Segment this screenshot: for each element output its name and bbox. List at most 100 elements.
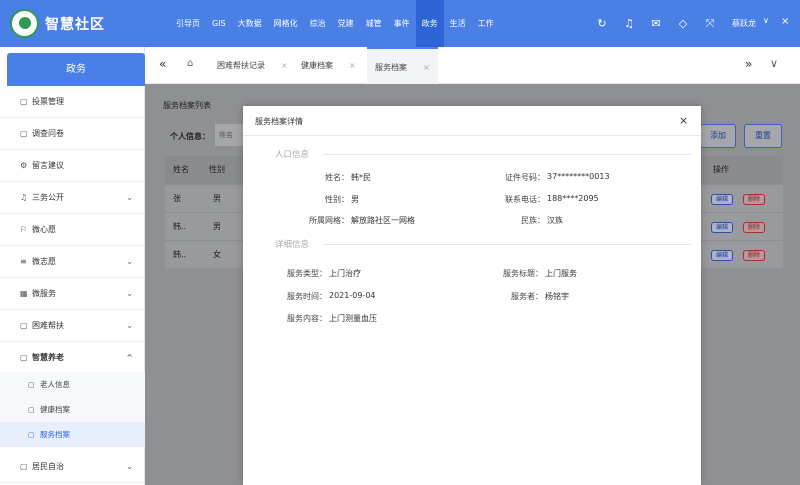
tag-icon[interactable]: ◇ [676, 17, 690, 31]
server-value: 杨铭宇 [545, 292, 569, 301]
service-type-value: 上门治疗 [329, 269, 361, 278]
close-icon[interactable]: × [679, 114, 688, 127]
chevron-down-icon: ⌄ [126, 193, 133, 202]
nav-item-city[interactable]: 城管 [360, 0, 388, 47]
service-content-label: 服务内容： [287, 314, 327, 323]
nav-item-event[interactable]: 事件 [388, 0, 416, 47]
divider [323, 154, 691, 155]
close-icon[interactable]: × [349, 61, 356, 70]
refresh-icon[interactable]: ↻ [595, 17, 609, 31]
tab-bar: « ⌂ 困难帮扶记录 × 健康档案 × 服务档案 × » ∨ [145, 47, 800, 84]
add-button[interactable]: 添加 [700, 124, 736, 148]
chevron-up-icon: ^ [126, 353, 133, 362]
user-name[interactable]: 蔡跃龙 [732, 18, 756, 29]
tab-health-record[interactable]: 健康档案 × [293, 47, 364, 84]
scroll-right-icon[interactable]: » [745, 57, 752, 71]
sidebar-title: 政务 [7, 53, 145, 86]
tab-service-record[interactable]: 服务档案 × [367, 47, 438, 84]
service-content-value: 上门测量血压 [329, 314, 377, 323]
phone-label: 联系电话： [505, 195, 545, 204]
cell-gender: 女 [213, 250, 221, 259]
sidebar-item-service[interactable]: ▦ 微服务 ⌄ [0, 278, 145, 310]
column-name: 姓名 [173, 165, 189, 174]
sidebar-item-autonomy[interactable]: ▢ 居民自治 ⌄ [0, 451, 145, 483]
service-subject-label: 服务标题： [503, 269, 543, 278]
tab-label: 健康档案 [301, 61, 333, 70]
nav-item-comprehensive[interactable]: 综治 [304, 0, 332, 47]
sidebar-item-public-affairs[interactable]: ♫ 三务公开 ⌄ [0, 182, 145, 214]
home-icon[interactable]: ⌂ [187, 58, 199, 70]
box-icon: ▢ [28, 380, 35, 389]
delete-button[interactable]: 删除 [743, 194, 765, 205]
grid-value: 解放路社区一网格 [351, 216, 415, 225]
top-bar: 智慧社区 引导页 GIS 大数据 网格化 综治 党建 城管 事件 政务 生活 工… [0, 0, 800, 47]
sidebar-item-label: 三务公开 [32, 193, 64, 202]
modal-header: 服务档案详情 × [243, 106, 701, 136]
nav-item-life[interactable]: 生活 [444, 0, 472, 47]
tab-assistance-record[interactable]: 困难帮扶记录 × [209, 47, 296, 84]
sidebar-item-label: 智慧养老 [32, 353, 64, 362]
sidebar-item-label: 居民自治 [32, 462, 64, 471]
filter-label: 个人信息： [170, 132, 210, 141]
sidebar-item-volunteer[interactable]: ≡ 微志愿 ⌄ [0, 246, 145, 278]
top-icons: ↻ ♫ ✉ ◇ ⤧ [595, 17, 730, 31]
service-subject-value: 上门服务 [545, 269, 577, 278]
sidebar-subitem-health-record[interactable]: ▢ 健康档案 [0, 397, 145, 422]
name-label: 姓名： [325, 173, 349, 182]
nav-item-grid[interactable]: 网格化 [268, 0, 304, 47]
nav-item-government[interactable]: 政务 [415, 0, 444, 47]
sidebar-subitem-service-record[interactable]: ▢ 服务档案 [0, 422, 145, 447]
reset-button[interactable]: 重置 [744, 124, 782, 148]
chevron-down-icon: ⌄ [126, 257, 133, 266]
sidebar-item-vote[interactable]: ▢ 投票管理 [0, 86, 145, 118]
sidebar-subitem-elderly-info[interactable]: ▢ 老人信息 [0, 372, 145, 397]
box-icon: ▢ [20, 353, 28, 362]
column-actions: 操作 [713, 165, 729, 174]
edit-button[interactable]: 编辑 [711, 250, 733, 261]
close-icon[interactable]: × [423, 63, 430, 72]
edit-button[interactable]: 编辑 [711, 222, 733, 233]
ethnic-label: 民族： [521, 216, 545, 225]
logo [10, 9, 39, 38]
sidebar-item-label: 留言建议 [32, 161, 64, 170]
tab-label: 困难帮扶记录 [217, 61, 265, 70]
gender-label: 性别： [325, 195, 349, 204]
close-icon[interactable]: × [781, 16, 789, 27]
modal-title: 服务档案详情 [255, 117, 303, 126]
scroll-left-icon[interactable]: « [159, 57, 166, 71]
chevron-down-icon[interactable]: ∨ [763, 16, 769, 25]
chevron-down-icon: ⌄ [126, 321, 133, 330]
chevron-down-icon[interactable]: ∨ [770, 57, 778, 70]
ethnic-value: 汉族 [547, 216, 563, 225]
tab-label: 服务档案 [375, 63, 407, 72]
brand-title: 智慧社区 [45, 17, 105, 33]
nav-item-gis[interactable]: GIS [206, 0, 232, 47]
delete-button[interactable]: 删除 [743, 250, 765, 261]
nav-item-party[interactable]: 党建 [332, 0, 360, 47]
message-icon[interactable]: ✉ [649, 17, 663, 31]
box-icon: ▢ [28, 405, 35, 414]
close-icon[interactable]: × [281, 61, 288, 70]
nav-item-bigdata[interactable]: 大数据 [232, 0, 268, 47]
sidebar-item-label: 投票管理 [32, 97, 64, 106]
sidebar-item-survey[interactable]: ▢ 调查问卷 [0, 118, 145, 150]
bell-icon[interactable]: ♫ [622, 17, 636, 31]
gear-icon: ⚙ [20, 161, 28, 170]
box-icon: ▢ [20, 321, 28, 330]
sidebar-item-elderly-care[interactable]: ▢ 智慧养老 ^ [0, 342, 145, 374]
fullscreen-icon[interactable]: ⤧ [703, 17, 717, 31]
sidebar-item-assistance[interactable]: ▢ 困难帮扶 ⌄ [0, 310, 145, 342]
sidebar-item-suggestion[interactable]: ⚙ 留言建议 [0, 150, 145, 182]
sidebar-subitem-label: 健康档案 [40, 405, 70, 414]
id-label: 证件号码： [505, 173, 545, 182]
nav-item-guide[interactable]: 引导页 [170, 0, 206, 47]
sidebar-item-label: 困难帮扶 [32, 321, 64, 330]
edit-button[interactable]: 编辑 [711, 194, 733, 205]
service-time-value: 2021-09-04 [329, 291, 376, 300]
bell-icon: ♫ [20, 193, 28, 202]
nav-item-work[interactable]: 工作 [472, 0, 500, 47]
sidebar-item-wish[interactable]: ⚐ 微心愿 [0, 214, 145, 246]
divider [323, 244, 691, 245]
sidebar-item-label: 微志愿 [32, 257, 56, 266]
delete-button[interactable]: 删除 [743, 222, 765, 233]
